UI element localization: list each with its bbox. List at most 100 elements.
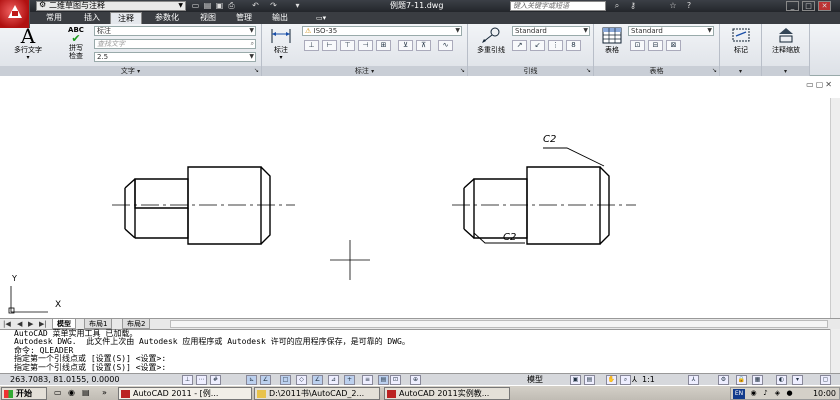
tab-insert[interactable]: 插入 <box>76 12 108 24</box>
mleader-style-dropdown[interactable]: Standard ▼ <box>512 26 590 36</box>
quick-view-layouts-icon[interactable]: ▣ <box>570 375 581 385</box>
leader-panel-title[interactable]: 引线 ↘ <box>468 66 593 76</box>
taskbar-item-folder[interactable]: D:\2011书\AutoCAD_2... <box>254 387 380 400</box>
annotation-scaling-panel-title[interactable]: ▾ <box>762 66 809 76</box>
dialog-launcher-icon[interactable]: ↘ <box>712 66 717 76</box>
grid-display-icon[interactable]: # <box>210 375 221 385</box>
remove-leader-icon[interactable]: ↙ <box>530 40 545 51</box>
selection-cycling-icon[interactable]: ⊡ <box>390 375 401 385</box>
clean-screen-icon[interactable]: ▢ <box>820 375 831 385</box>
text-panel-title[interactable]: 文字 ▾ ↘ <box>0 66 261 76</box>
annotation-visibility-icon[interactable]: ⅄ <box>688 375 699 385</box>
key-icon[interactable]: ⚷ <box>626 0 640 12</box>
quick-access-more-icon[interactable]: ▾ <box>292 1 303 11</box>
maximize-icon[interactable]: □ <box>802 1 815 11</box>
update-table-icon[interactable]: ⊠ <box>666 40 681 51</box>
markup-panel-title[interactable]: ▾ <box>720 66 761 76</box>
dim-inspect-icon[interactable]: ⊼ <box>416 40 431 51</box>
snap-mode-icon[interactable]: ⋯ <box>196 375 207 385</box>
dynamic-ucs-icon[interactable]: ⊿ <box>328 375 339 385</box>
tab-output[interactable]: 输出 <box>264 12 296 24</box>
zoom-icon[interactable]: ⌕ <box>620 375 631 385</box>
tray-app-icon[interactable]: ● <box>785 389 794 398</box>
undo-icon[interactable]: ↶ <box>250 1 261 11</box>
tab-options-icon[interactable]: ▭▾ <box>316 14 326 22</box>
collect-leader-icon[interactable]: 8 <box>566 40 581 51</box>
first-layout-icon[interactable]: |◀ <box>3 320 11 328</box>
markup-button[interactable]: 标记 <box>724 26 758 54</box>
quick-view-drawings-icon[interactable]: ▤ <box>584 375 595 385</box>
command-line[interactable]: AutoCAD 菜单实用工具 已加载。 Autodesk DWG. 此文件上次由… <box>0 329 840 373</box>
layout-tab-model[interactable]: 模型 <box>52 319 76 329</box>
dialog-launcher-icon[interactable]: ↘ <box>254 66 259 76</box>
lineweight-icon[interactable]: ≡ <box>362 375 373 385</box>
workspace-switch-icon[interactable]: ⚙ <box>718 375 729 385</box>
annotation-scaling-button[interactable]: 注释缩放 <box>766 26 806 54</box>
network-icon[interactable]: ◉ <box>749 389 758 398</box>
data-link-icon[interactable]: ⊡ <box>630 40 645 51</box>
ortho-mode-icon[interactable]: ⊾ <box>246 375 257 385</box>
language-indicator[interactable]: EN <box>733 389 745 399</box>
dim-baseline-icon[interactable]: ⊤ <box>340 40 355 51</box>
minimize-icon[interactable]: _ <box>786 1 799 11</box>
close-icon[interactable]: ✕ <box>818 1 831 11</box>
print-icon[interactable]: ⎙ <box>226 1 237 11</box>
dimension-panel-title[interactable]: 标注 ▾ ↘ <box>262 66 467 76</box>
taskbar-item-autocad[interactable]: AutoCAD 2011 - [例... <box>118 387 252 400</box>
hardware-acceleration-icon[interactable]: ▦ <box>752 375 763 385</box>
3d-osnap-icon[interactable]: ◇ <box>296 375 307 385</box>
tab-home[interactable]: 常用 <box>34 12 74 24</box>
dim-space-icon[interactable]: ⊣ <box>358 40 373 51</box>
application-menu-button[interactable] <box>0 0 30 28</box>
new-file-icon[interactable]: ▭ <box>190 1 201 11</box>
align-leader-icon[interactable]: ⋮ <box>548 40 563 51</box>
annotation-monitor-icon[interactable]: ⊕ <box>410 375 421 385</box>
pan-icon[interactable]: ✋ <box>606 375 617 385</box>
status-bar-menu-icon[interactable]: ▾ <box>792 375 803 385</box>
find-text-input[interactable]: 查找文字 ⌕ <box>94 39 256 49</box>
dim-break-icon[interactable]: ⊥ <box>304 40 319 51</box>
security-icon[interactable]: ◈ <box>773 389 782 398</box>
star-icon[interactable]: ☆ <box>666 0 680 12</box>
add-leader-icon[interactable]: ↗ <box>512 40 527 51</box>
dim-oblique-icon[interactable]: ∿ <box>438 40 453 51</box>
taskbar-item-document[interactable]: AutoCAD 2011实例教... <box>384 387 510 400</box>
table-style-dropdown[interactable]: Standard ▼ <box>628 26 714 36</box>
drawing-canvas[interactable]: C2 C2 Y X ▭▢✕ <box>0 76 840 318</box>
prev-layout-icon[interactable]: ◀ <box>17 320 22 328</box>
dim-style-dropdown[interactable]: ⚠ ISO-35 ▼ <box>302 26 462 36</box>
object-snap-icon[interactable]: □ <box>280 375 291 385</box>
object-snap-tracking-icon[interactable]: ∠ <box>312 375 323 385</box>
dimension-button[interactable]: 标注 ▾ <box>266 26 296 62</box>
tab-view[interactable]: 视图 <box>192 12 224 24</box>
dialog-launcher-icon[interactable]: ↘ <box>586 66 591 76</box>
text-style-dropdown[interactable]: 标注 ▼ <box>94 26 256 36</box>
tab-manage[interactable]: 管理 <box>228 12 260 24</box>
command-prompt-line[interactable]: 指定第一个引线点或 [设置(S)] <设置>: <box>14 363 840 372</box>
quick-launch-icon[interactable]: ▤ <box>82 388 90 397</box>
dynamic-input-icon[interactable]: + <box>344 375 355 385</box>
text-height-dropdown[interactable]: 2.5 ▼ <box>94 52 256 62</box>
isolate-objects-icon[interactable]: ◐ <box>776 375 787 385</box>
workspace-dropdown[interactable]: ⚙ 二维草图与注释 ▼ <box>36 1 186 11</box>
dim-continue-icon[interactable]: ⊢ <box>322 40 337 51</box>
quick-launch-icon[interactable]: ▭ <box>54 388 62 397</box>
last-layout-icon[interactable]: ▶| <box>39 320 47 328</box>
lock-icon[interactable]: 🔒 <box>736 375 747 385</box>
mtext-button[interactable]: A 多行文字 ▾ <box>6 26 50 62</box>
tab-parametric[interactable]: 参数化 <box>146 12 188 24</box>
save-icon[interactable]: ▣ <box>214 1 225 11</box>
dim-tolerance-icon[interactable]: ⊞ <box>376 40 391 51</box>
dim-jog-icon[interactable]: ⊻ <box>398 40 413 51</box>
quick-properties-icon[interactable]: ▤ <box>378 375 389 385</box>
table-panel-title[interactable]: 表格 ↘ <box>594 66 719 76</box>
quick-launch-icon[interactable]: ◉ <box>68 388 75 397</box>
extract-data-icon[interactable]: ⊟ <box>648 40 663 51</box>
binoculars-icon[interactable]: ⌕ <box>610 0 624 12</box>
viewport-controls[interactable]: ▭▢✕ <box>806 80 834 89</box>
search-input[interactable]: 键入关键字或短语 <box>510 1 606 11</box>
redo-icon[interactable]: ↷ <box>268 1 279 11</box>
start-button[interactable]: 开始 <box>1 387 47 400</box>
open-file-icon[interactable]: ▤ <box>202 1 213 11</box>
next-layout-icon[interactable]: ▶ <box>28 320 33 328</box>
